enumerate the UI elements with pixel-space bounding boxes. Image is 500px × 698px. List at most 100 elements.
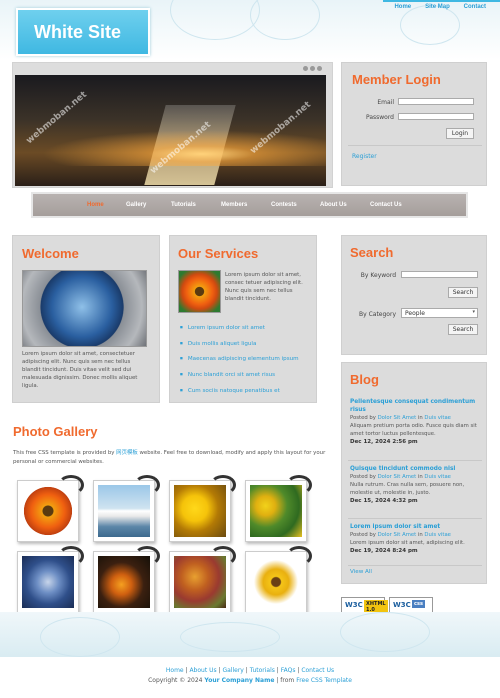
decorative-curl [134, 546, 160, 566]
services-text: Lorem ipsum dolor sit amet, consec tetue… [225, 272, 303, 302]
author-link[interactable]: Dolor Sit Amet [378, 415, 417, 421]
source-link[interactable]: Free CSS Template [296, 677, 352, 684]
search-panel: Search By Keyword Search By Category Peo… [341, 235, 487, 355]
footer-link-tutorials[interactable]: Tutorials [250, 667, 275, 674]
list-item[interactable]: Cum sociis natoque penatibus et [180, 383, 299, 399]
password-field[interactable] [398, 113, 474, 120]
template-source-link[interactable]: 网页模板 [116, 450, 138, 456]
site-logo[interactable]: White Site [16, 8, 150, 56]
swirl-decoration [250, 0, 320, 40]
swirl-decoration [400, 5, 460, 45]
register-link[interactable]: Register [352, 153, 377, 160]
css-validator-badge[interactable]: W3C css [389, 597, 433, 613]
services-title: Our Services [178, 246, 259, 261]
login-button[interactable]: Login [446, 128, 474, 139]
list-item[interactable]: Nunc blandit orci sit amet risus [180, 367, 299, 383]
services-panel: Our Services Lorem ipsum dolor sit amet,… [169, 235, 317, 403]
keyword-label: By Keyword [360, 272, 396, 279]
welcome-panel: Welcome Lorem ipsum dolor sit amet, cons… [12, 235, 160, 403]
decorative-curl [58, 546, 84, 566]
footer-link-gallery[interactable]: Gallery [222, 667, 243, 674]
slider-dot[interactable] [317, 66, 322, 71]
divider [348, 145, 482, 146]
topnav-home[interactable]: Home [394, 4, 411, 10]
blog-post: Pellentesque consequat condimentum risus… [350, 398, 482, 446]
nav-tutorials[interactable]: Tutorials [171, 202, 196, 208]
blog-post-title[interactable]: Quisque tincidunt commodo nisl [350, 465, 482, 473]
blog-post: Quisque tincidunt commodo nisl Posted by… [350, 465, 482, 505]
gallery-thumbnail[interactable] [169, 475, 236, 542]
blog-post-excerpt: Nulla rutrum. Cras nulla sem, posuere no… [350, 482, 465, 496]
divider [348, 565, 482, 566]
top-navigation: Home Site Map Contact [382, 3, 486, 10]
globe-image [22, 270, 147, 347]
gallery-thumbnail[interactable] [17, 475, 84, 542]
welcome-text: Lorem ipsum dolor sit amet, consectetuer… [22, 351, 138, 389]
category-link[interactable]: Duis vitae [424, 532, 451, 538]
decorative-curl [58, 475, 84, 495]
footer-link-faqs[interactable]: FAQs [281, 667, 296, 674]
nav-home[interactable]: Home [87, 202, 104, 208]
blog-post-meta: Posted by Dolor Sit Amet in Duis vitae [350, 532, 451, 538]
keyword-input[interactable] [401, 271, 478, 278]
footer-background [0, 612, 500, 657]
topnav-contact[interactable]: Contact [464, 4, 486, 10]
swirl-decoration [40, 617, 120, 657]
footer-links: Home | About Us | Gallery | Tutorials | … [165, 667, 335, 674]
company-name[interactable]: Your Company Name [204, 677, 274, 684]
nav-members[interactable]: Members [221, 202, 247, 208]
nav-contact-us[interactable]: Contact Us [370, 202, 402, 208]
list-item[interactable]: Maecenas adipiscing elementum ipsum [180, 351, 299, 367]
swirl-decoration [180, 622, 280, 652]
blog-post-meta: Posted by Dolor Sit Amet in Duis vitae [350, 474, 451, 480]
blog-post-title[interactable]: Lorem ipsum dolor sit amet [350, 523, 482, 531]
badge-label: css [412, 600, 425, 608]
search-button[interactable]: Search [448, 287, 478, 298]
xhtml-validator-badge[interactable]: W3C XHTML 1.0 [341, 597, 388, 614]
gallery-thumbnail[interactable] [245, 546, 312, 613]
email-field[interactable] [398, 98, 474, 105]
main-navigation: Home Gallery Tutorials Members Contests … [31, 192, 468, 218]
welcome-title: Welcome [22, 246, 79, 261]
category-link[interactable]: Duis vitae [424, 474, 451, 480]
topnav-accent-bar [383, 0, 500, 2]
swirl-decoration [340, 612, 430, 652]
view-all-link[interactable]: View All [350, 569, 372, 575]
gallery-thumbnail[interactable] [93, 546, 160, 613]
gallery-thumbnail[interactable] [93, 475, 160, 542]
slider-dot[interactable] [303, 66, 308, 71]
topnav-sitemap[interactable]: Site Map [425, 4, 450, 10]
footer-link-contact[interactable]: Contact Us [301, 667, 334, 674]
gallery-intro: This free CSS template is provided by 网页… [13, 450, 326, 465]
chevron-down-icon: ▾ [472, 309, 475, 315]
author-link[interactable]: Dolor Sit Amet [378, 532, 417, 538]
gallery-title: Photo Gallery [13, 424, 98, 439]
nav-gallery[interactable]: Gallery [126, 202, 146, 208]
gallery-thumbnail[interactable] [17, 546, 84, 613]
swirl-decoration [170, 0, 260, 40]
decorative-curl [286, 475, 312, 495]
copyright: Copyright © 2024 Your Company Name | fro… [148, 677, 352, 684]
category-link[interactable]: Duis vitae [424, 415, 451, 421]
footer-link-home[interactable]: Home [166, 667, 184, 674]
gallery-thumbnail[interactable] [169, 546, 236, 613]
blog-post-excerpt: Aliquam pretium porta odio. Fusce quis d… [350, 423, 477, 437]
list-item[interactable]: Lorem ipsum dolor sit amet [180, 320, 299, 336]
blog-post-meta: Posted by Dolor Sit Amet in Duis vitae [350, 415, 451, 421]
slider-dots [301, 66, 322, 73]
author-link[interactable]: Dolor Sit Amet [378, 474, 417, 480]
blog-post-title[interactable]: Pellentesque consequat condimentum risus [350, 398, 482, 414]
gallery-thumbnail[interactable] [245, 475, 312, 542]
search-button-category[interactable]: Search [448, 324, 478, 335]
footer-link-about[interactable]: About Us [189, 667, 216, 674]
list-item[interactable]: Duis mollis aliquet ligula [180, 336, 299, 352]
nav-contests[interactable]: Contests [271, 202, 297, 208]
nav-about-us[interactable]: About Us [320, 202, 347, 208]
category-select[interactable]: People ▾ [401, 308, 478, 318]
blog-post-date: Dec 19, 2024 8:24 pm [350, 548, 418, 554]
blog-panel: Blog Pellentesque consequat condimentum … [341, 362, 487, 584]
footer: Home | About Us | Gallery | Tutorials | … [0, 666, 500, 686]
category-selected-value: People [405, 310, 425, 317]
email-label: Email [377, 99, 394, 106]
slider-dot[interactable] [310, 66, 315, 71]
